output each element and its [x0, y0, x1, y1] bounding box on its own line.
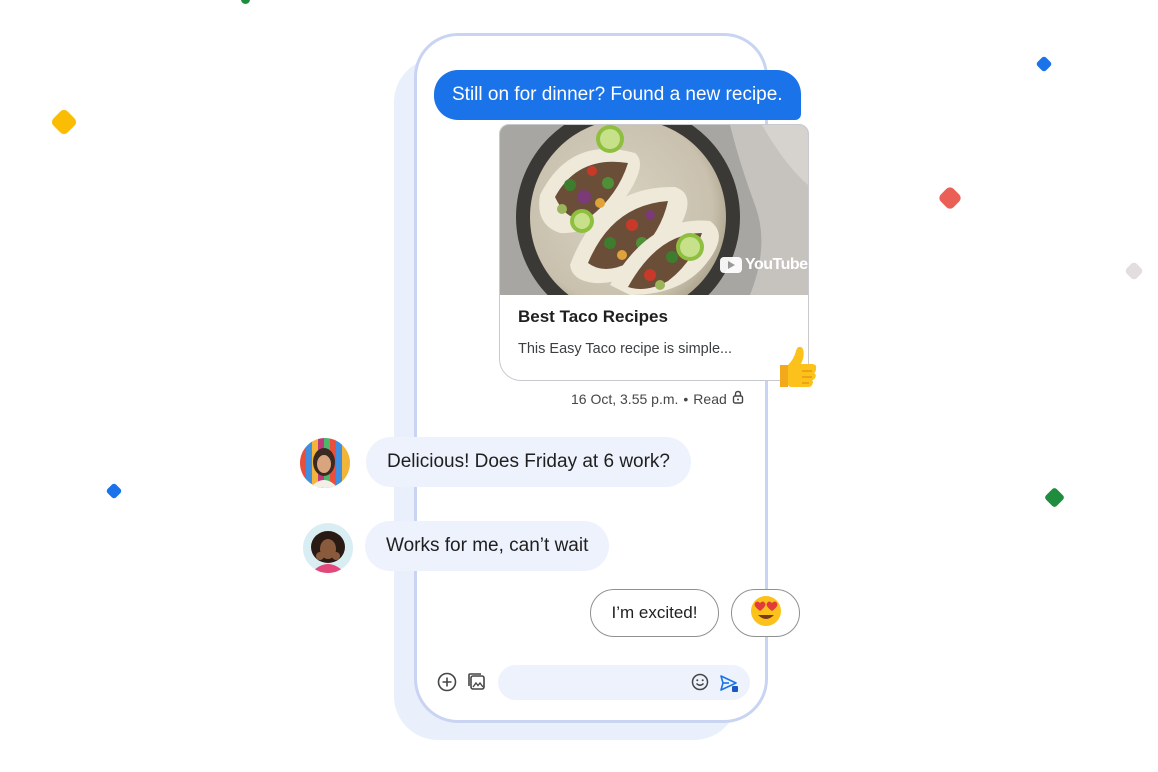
youtube-logo-text: YouTube	[745, 256, 808, 273]
confetti-blue-diamond	[1035, 55, 1053, 73]
suggested-emoji-chip[interactable]	[731, 589, 800, 637]
youtube-play-icon	[720, 257, 742, 273]
recipe-thumbnail: YouTube	[500, 125, 808, 295]
avatar[interactable]	[303, 523, 353, 573]
send-icon[interactable]	[718, 672, 740, 694]
suggested-reply-chip[interactable]: I’m excited!	[590, 589, 719, 637]
incoming-message-text: Delicious! Does Friday at 6 work?	[387, 451, 670, 472]
outgoing-message-bubble[interactable]: Still on for dinner? Found a new recipe.	[434, 70, 801, 120]
confetti-red-diamond	[937, 185, 963, 211]
youtube-logo: YouTube	[720, 256, 808, 274]
outgoing-message-text: Still on for dinner? Found a new recipe.	[452, 84, 783, 105]
meta-separator: •	[683, 390, 689, 407]
link-preview-description: This Easy Taco recipe is simple...	[518, 341, 733, 357]
read-status: Read	[693, 390, 727, 407]
thumbs-up-reaction-icon[interactable]	[774, 345, 818, 391]
plus-icon[interactable]	[436, 671, 458, 693]
message-input[interactable]	[498, 665, 750, 700]
timestamp: 16 Oct, 3.55 p.m.	[571, 390, 679, 407]
confetti-gray-diamond	[1124, 261, 1144, 281]
gallery-icon[interactable]	[466, 671, 488, 693]
message-meta: 16 Oct, 3.55 p.m. • Read	[571, 390, 744, 407]
avatar[interactable]	[300, 438, 350, 488]
link-preview-card[interactable]: YouTube Best Taco Recipes This Easy Taco…	[499, 124, 809, 381]
incoming-message-bubble[interactable]: Delicious! Does Friday at 6 work?	[366, 437, 691, 487]
incoming-message-bubble[interactable]: Works for me, can’t wait	[365, 521, 610, 571]
suggested-reply-text: I’m excited!	[611, 603, 698, 622]
confetti-yellow-diamond	[49, 107, 79, 137]
emoji-icon[interactable]	[690, 672, 710, 692]
link-preview-title: Best Taco Recipes	[518, 307, 668, 326]
incoming-message-text: Works for me, can’t wait	[386, 535, 589, 556]
confetti-green-dot	[241, 0, 250, 4]
confetti-green-diamond	[1043, 486, 1066, 509]
confetti-blue-diamond-small	[105, 482, 123, 500]
heart-eyes-emoji-icon	[749, 594, 783, 633]
lock-icon	[732, 390, 744, 407]
